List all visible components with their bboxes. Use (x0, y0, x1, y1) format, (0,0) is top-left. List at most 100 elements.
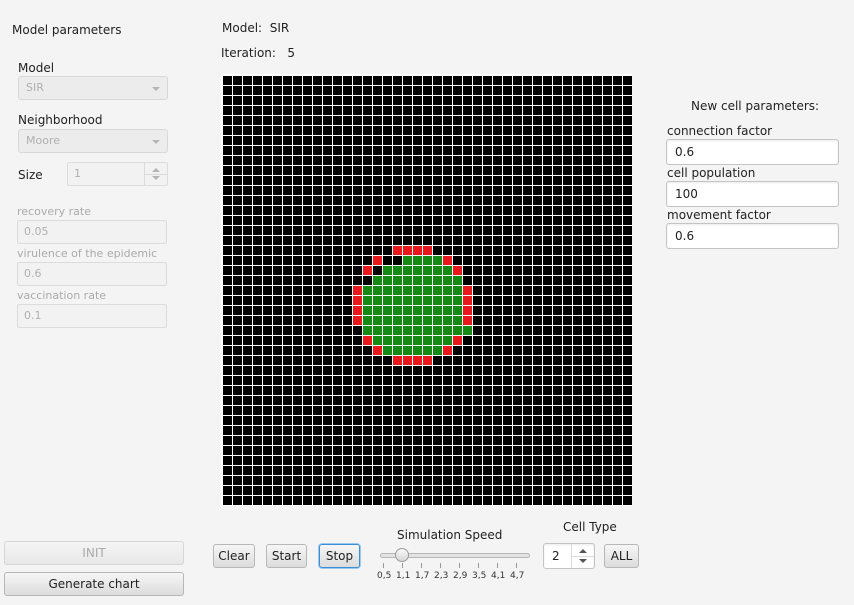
grid-cell-empty[interactable] (593, 196, 602, 205)
grid-cell-empty[interactable] (283, 146, 292, 155)
grid-cell-empty[interactable] (273, 106, 282, 115)
grid-cell-empty[interactable] (513, 196, 522, 205)
grid-cell-empty[interactable] (483, 456, 492, 465)
grid-cell-empty[interactable] (503, 96, 512, 105)
grid-cell-empty[interactable] (313, 136, 322, 145)
grid-cell-empty[interactable] (343, 106, 352, 115)
grid-cell-empty[interactable] (323, 116, 332, 125)
grid-cell-empty[interactable] (503, 356, 512, 365)
grid-cell-empty[interactable] (323, 346, 332, 355)
grid-cell-recovered[interactable] (423, 316, 432, 325)
grid-cell-empty[interactable] (393, 106, 402, 115)
grid-cell-empty[interactable] (263, 96, 272, 105)
grid-cell-empty[interactable] (323, 486, 332, 495)
grid-cell-empty[interactable] (453, 486, 462, 495)
cell-type-spinner[interactable]: 2 (543, 543, 595, 569)
grid-cell-empty[interactable] (603, 276, 612, 285)
grid-cell-empty[interactable] (233, 136, 242, 145)
grid-cell-empty[interactable] (573, 126, 582, 135)
grid-cell-empty[interactable] (423, 176, 432, 185)
grid-cell-empty[interactable] (613, 306, 622, 315)
grid-cell-empty[interactable] (323, 406, 332, 415)
grid-cell-empty[interactable] (243, 346, 252, 355)
grid-cell-empty[interactable] (283, 356, 292, 365)
grid-cell-recovered[interactable] (373, 306, 382, 315)
grid-cell-empty[interactable] (593, 446, 602, 455)
grid-cell-empty[interactable] (333, 486, 342, 495)
grid-cell-empty[interactable] (263, 136, 272, 145)
grid-cell-empty[interactable] (303, 466, 312, 475)
grid-cell-empty[interactable] (373, 76, 382, 85)
grid-cell-empty[interactable] (283, 466, 292, 475)
grid-cell-empty[interactable] (443, 156, 452, 165)
grid-cell-empty[interactable] (543, 376, 552, 385)
grid-cell-empty[interactable] (233, 86, 242, 95)
grid-cell-empty[interactable] (593, 436, 602, 445)
grid-cell-empty[interactable] (233, 476, 242, 485)
grid-cell-empty[interactable] (333, 146, 342, 155)
grid-cell-empty[interactable] (543, 256, 552, 265)
grid-cell-empty[interactable] (263, 166, 272, 175)
grid-cell-empty[interactable] (473, 76, 482, 85)
grid-cell-recovered[interactable] (423, 326, 432, 335)
grid-cell-empty[interactable] (293, 466, 302, 475)
grid-cell-empty[interactable] (613, 426, 622, 435)
grid-cell-empty[interactable] (363, 496, 372, 505)
grid-cell-empty[interactable] (353, 396, 362, 405)
grid-cell-empty[interactable] (473, 376, 482, 385)
grid-cell-empty[interactable] (323, 146, 332, 155)
grid-cell-empty[interactable] (533, 296, 542, 305)
grid-cell-empty[interactable] (423, 386, 432, 395)
grid-cell-empty[interactable] (553, 486, 562, 495)
grid-cell-recovered[interactable] (423, 346, 432, 355)
grid-cell-empty[interactable] (583, 156, 592, 165)
grid-cell-recovered[interactable] (433, 266, 442, 275)
grid-cell-empty[interactable] (273, 276, 282, 285)
grid-cell-empty[interactable] (583, 166, 592, 175)
grid-cell-empty[interactable] (233, 166, 242, 175)
grid-cell-empty[interactable] (243, 486, 252, 495)
grid-cell-empty[interactable] (383, 426, 392, 435)
grid-cell-empty[interactable] (283, 126, 292, 135)
grid-cell-empty[interactable] (313, 146, 322, 155)
grid-cell-empty[interactable] (373, 436, 382, 445)
grid-cell-empty[interactable] (483, 396, 492, 405)
grid-cell-empty[interactable] (403, 176, 412, 185)
grid-cell-empty[interactable] (293, 156, 302, 165)
grid-cell-empty[interactable] (313, 366, 322, 375)
grid-cell-empty[interactable] (573, 136, 582, 145)
grid-cell-empty[interactable] (353, 486, 362, 495)
grid-cell-empty[interactable] (583, 436, 592, 445)
grid-cell-empty[interactable] (533, 236, 542, 245)
grid-cell-infected[interactable] (453, 266, 462, 275)
grid-cell-empty[interactable] (343, 486, 352, 495)
grid-cell-empty[interactable] (483, 286, 492, 295)
grid-cell-empty[interactable] (303, 346, 312, 355)
grid-cell-empty[interactable] (453, 186, 462, 195)
grid-cell-empty[interactable] (323, 376, 332, 385)
grid-cell-empty[interactable] (453, 76, 462, 85)
grid-cell-empty[interactable] (383, 196, 392, 205)
grid-cell-empty[interactable] (393, 386, 402, 395)
grid-cell-infected[interactable] (363, 266, 372, 275)
grid-cell-empty[interactable] (493, 326, 502, 335)
grid-cell-empty[interactable] (253, 336, 262, 345)
grid-cell-empty[interactable] (223, 266, 232, 275)
grid-cell-infected[interactable] (413, 356, 422, 365)
grid-cell-empty[interactable] (503, 436, 512, 445)
grid-cell-recovered[interactable] (403, 336, 412, 345)
grid-cell-empty[interactable] (533, 376, 542, 385)
grid-cell-recovered[interactable] (433, 336, 442, 345)
grid-cell-empty[interactable] (413, 446, 422, 455)
grid-cell-empty[interactable] (473, 446, 482, 455)
grid-cell-empty[interactable] (233, 356, 242, 365)
grid-cell-recovered[interactable] (393, 266, 402, 275)
grid-cell-empty[interactable] (363, 246, 372, 255)
grid-cell-empty[interactable] (543, 406, 552, 415)
grid-cell-empty[interactable] (543, 186, 552, 195)
grid-cell-empty[interactable] (533, 306, 542, 315)
grid-cell-empty[interactable] (223, 76, 232, 85)
grid-cell-empty[interactable] (423, 166, 432, 175)
grid-cell-empty[interactable] (613, 416, 622, 425)
grid-cell-empty[interactable] (263, 86, 272, 95)
